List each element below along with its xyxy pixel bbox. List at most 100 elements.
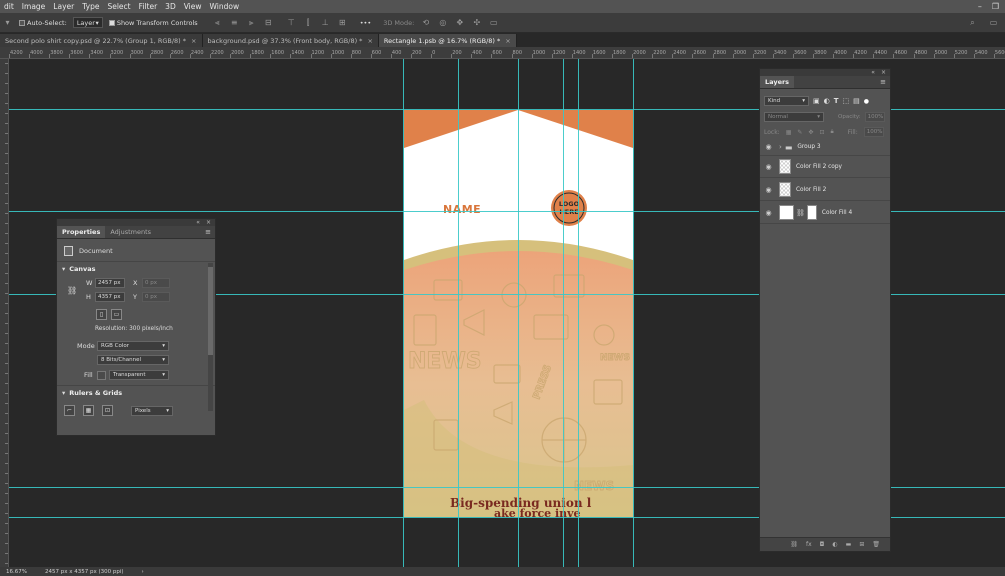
- tab-layers[interactable]: Layers: [760, 76, 795, 88]
- fill-swatch[interactable]: [97, 370, 106, 380]
- auto-select-target-select[interactable]: Layer ▾: [72, 17, 103, 28]
- folder-icon[interactable]: ▬: [846, 541, 852, 548]
- guide-vertical[interactable]: [458, 59, 459, 567]
- new-layer-icon[interactable]: ⊞: [859, 541, 864, 548]
- align-left-icon[interactable]: ⫷: [212, 17, 223, 28]
- align-right-icon[interactable]: ⫸: [246, 17, 257, 28]
- layer-row-color-fill-2[interactable]: ◉ Color Fill 2: [760, 179, 890, 201]
- guide-vertical[interactable]: [563, 59, 564, 567]
- filter-type-icon[interactable]: T: [834, 97, 839, 105]
- tab-properties[interactable]: Properties: [57, 226, 106, 238]
- trash-icon[interactable]: 🗑︎: [872, 541, 880, 548]
- fx-icon[interactable]: fx: [806, 541, 812, 548]
- link-dimensions-icon[interactable]: ⛓: [67, 286, 77, 295]
- panel-menu-icon[interactable]: ≡: [876, 78, 890, 86]
- y-field[interactable]: 0 px: [142, 292, 170, 302]
- tool-preset-chevron-icon[interactable]: ▾: [2, 17, 13, 28]
- guide-vertical[interactable]: [578, 59, 579, 567]
- collapse-panel-icon[interactable]: «: [196, 219, 200, 226]
- visibility-eye-icon[interactable]: ◉: [764, 143, 773, 151]
- chevron-down-icon[interactable]: ▾: [62, 265, 65, 273]
- tab-second-polo-shirt[interactable]: Second polo shirt copy.psd @ 22.7% (Grou…: [0, 34, 203, 47]
- link-icon[interactable]: ⛓: [790, 541, 798, 548]
- x-field[interactable]: 0 px: [142, 278, 170, 288]
- 3d-slide-icon[interactable]: ✣: [471, 17, 482, 28]
- lock-all-icon[interactable]: 🔒︎: [830, 128, 833, 136]
- lock-paint-icon[interactable]: ✎: [797, 129, 802, 136]
- guide-vertical[interactable]: [633, 59, 634, 567]
- filter-smart-object-icon[interactable]: ▤: [853, 97, 860, 105]
- close-icon[interactable]: ×: [367, 37, 372, 45]
- mask-icon[interactable]: ◘: [820, 541, 825, 548]
- blend-mode-select[interactable]: Normal ▾: [764, 112, 824, 122]
- layer-name[interactable]: Color Fill 2 copy: [796, 164, 842, 170]
- zoom-level[interactable]: 16.67%: [6, 569, 27, 575]
- status-menu-arrow-icon[interactable]: ›: [142, 569, 144, 575]
- restore-icon[interactable]: ❐: [992, 2, 999, 11]
- minimize-icon[interactable]: –: [978, 2, 982, 11]
- filter-toggle-icon[interactable]: ●: [864, 98, 869, 105]
- 3d-pan-icon[interactable]: ✥: [454, 17, 465, 28]
- 3d-roll-icon[interactable]: ◎: [437, 17, 448, 28]
- menu-window[interactable]: Window: [206, 2, 244, 11]
- adjustment-icon[interactable]: ◐: [832, 541, 837, 548]
- visibility-eye-icon[interactable]: ◉: [764, 163, 773, 171]
- layer-name[interactable]: Color Fill 4: [822, 210, 852, 216]
- 3d-camera-icon[interactable]: ▭: [488, 17, 499, 28]
- mode-select[interactable]: RGB Color ▾: [97, 341, 169, 351]
- width-field[interactable]: 2457 px: [95, 278, 125, 288]
- lock-transparent-icon[interactable]: ▦: [786, 129, 792, 136]
- filter-shape-icon[interactable]: ⬚: [843, 97, 850, 105]
- layer-name[interactable]: Group 3: [797, 144, 820, 150]
- guide-vertical[interactable]: [518, 59, 519, 567]
- expand-chevron-icon[interactable]: ›: [779, 143, 782, 151]
- layer-row-group-3[interactable]: ◉ › ▬ Group 3: [760, 139, 890, 156]
- properties-scrollbar[interactable]: [208, 263, 213, 411]
- landscape-orientation-icon[interactable]: ▭: [111, 309, 122, 320]
- guide-vertical[interactable]: [403, 59, 404, 567]
- align-center-h-icon[interactable]: ≡: [229, 17, 240, 28]
- menu-layer[interactable]: Layer: [49, 2, 78, 11]
- align-bottom-icon[interactable]: ⊥: [320, 17, 331, 28]
- filter-adjustment-icon[interactable]: ◐: [824, 97, 830, 105]
- show-transform-checkbox[interactable]: Show Transform Controls: [108, 19, 198, 27]
- fill-select[interactable]: Transparent ▾: [109, 370, 169, 380]
- layer-mask-thumbnail[interactable]: [806, 205, 817, 220]
- layer-name[interactable]: Color Fill 2: [796, 187, 826, 193]
- auto-select-checkbox[interactable]: Auto-Select:: [19, 19, 67, 27]
- height-field[interactable]: 4357 px: [95, 292, 125, 302]
- grid-icon[interactable]: ▦: [83, 405, 94, 416]
- menu-select[interactable]: Select: [103, 2, 134, 11]
- layer-row-color-fill-2-copy[interactable]: ◉ Color Fill 2 copy: [760, 156, 890, 178]
- ruler-horizontal[interactable]: 4200 4000 3800 3600 3400 3200 3000 2800 2600 2400…: [0, 47, 1005, 59]
- more-options-button[interactable]: •••: [360, 19, 372, 27]
- collapse-panel-icon[interactable]: «: [871, 69, 875, 76]
- visibility-eye-icon[interactable]: ◉: [764, 209, 773, 217]
- distribute-v-icon[interactable]: ⊞: [337, 17, 348, 28]
- lock-position-icon[interactable]: ✥: [808, 129, 813, 136]
- lock-artboard-icon[interactable]: ⊡: [819, 129, 824, 136]
- guides-icon[interactable]: ⊡: [102, 405, 113, 416]
- scrollbar-thumb[interactable]: [208, 267, 213, 355]
- panel-menu-icon[interactable]: ≡: [201, 228, 215, 236]
- opacity-field[interactable]: 100%: [864, 112, 885, 122]
- distribute-h-icon[interactable]: ⊟: [263, 17, 274, 28]
- close-icon[interactable]: ×: [191, 37, 196, 45]
- chain-link-icon[interactable]: ⛓: [796, 209, 805, 217]
- fill-field[interactable]: 100%: [863, 127, 884, 137]
- workspace-icon[interactable]: ▭: [988, 17, 999, 28]
- menu-3d[interactable]: 3D: [161, 2, 180, 11]
- ruler-vertical[interactable]: [0, 59, 9, 567]
- menu-filter[interactable]: Filter: [135, 2, 162, 11]
- ruler-icon[interactable]: ⌐: [64, 405, 75, 416]
- align-middle-v-icon[interactable]: ⫿: [303, 17, 314, 28]
- align-top-icon[interactable]: ⊤: [286, 17, 297, 28]
- tab-background[interactable]: background.psd @ 37.3% (Front body, RGB/…: [202, 34, 379, 47]
- bits-select[interactable]: 8 Bits/Channel ▾: [97, 355, 169, 365]
- close-icon[interactable]: ×: [505, 37, 510, 45]
- search-icon[interactable]: ⌕: [967, 17, 978, 28]
- tab-rectangle-1[interactable]: Rectangle 1.psb @ 16.7% (RGB/8) * ×: [378, 34, 517, 47]
- close-panel-icon[interactable]: ×: [881, 69, 886, 76]
- layer-filter-select[interactable]: Kind ▾: [764, 96, 809, 106]
- tab-adjustments[interactable]: Adjustments: [105, 226, 156, 238]
